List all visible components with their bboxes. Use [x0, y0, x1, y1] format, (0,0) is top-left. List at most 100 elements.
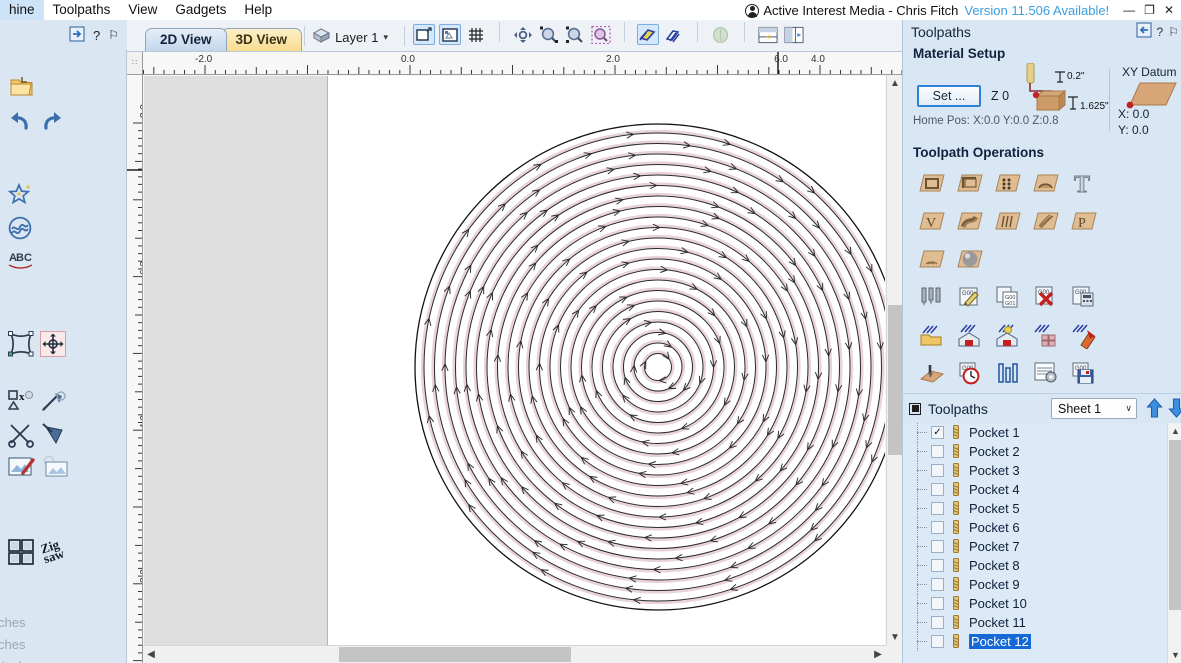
simulate-toolpath-icon[interactable] — [913, 355, 951, 391]
nesting-tool-icon[interactable] — [8, 539, 34, 568]
toolpath-visible-checkbox[interactable] — [931, 502, 944, 515]
open-toolpath-icon[interactable] — [913, 317, 951, 353]
menu-toolpaths[interactable]: Toolpaths — [44, 0, 120, 20]
duplicate-toolpath-icon[interactable]: G00G01 — [989, 279, 1027, 315]
toolpath-visible-checkbox[interactable] — [931, 483, 944, 496]
tab-2d-view[interactable]: 2D View — [145, 28, 227, 51]
move-toolpath-down-button[interactable] — [1165, 396, 1181, 420]
toolpath-list-item[interactable]: Pocket 4 — [903, 480, 1181, 499]
toolpath-list-item[interactable]: Pocket 3 — [903, 461, 1181, 480]
toolpath-time-icon[interactable]: G00 — [951, 355, 989, 391]
toolpath-visible-checkbox[interactable] — [931, 445, 944, 458]
drilling-toolpath-icon[interactable] — [989, 165, 1027, 201]
toolpaths-list[interactable]: ✓Pocket 1Pocket 2Pocket 3Pocket 4Pocket … — [903, 423, 1181, 663]
undo-icon[interactable] — [8, 110, 32, 135]
open-file-icon[interactable] — [10, 76, 34, 101]
design-viewport[interactable] — [144, 76, 885, 646]
toolpath-list-item[interactable]: Pocket 7 — [903, 537, 1181, 556]
toolpath-visible-checkbox[interactable] — [931, 578, 944, 591]
dock-help-icon[interactable]: ? — [1157, 25, 1164, 39]
split-view-vertical-icon[interactable] — [783, 24, 805, 45]
vcarve-toolpath-icon[interactable]: V — [913, 203, 951, 239]
draw-text-icon[interactable]: ABC — [8, 249, 34, 274]
save-gcode-icon[interactable]: G00 — [1065, 355, 1103, 391]
toolpath-visible-checkbox[interactable] — [931, 597, 944, 610]
toggle-3d-preview-icon[interactable] — [710, 24, 732, 45]
horizontal-ruler[interactable]: -2.0 0.0 2.0 4.0 6.0 — [143, 52, 902, 75]
collapse-panel-icon[interactable] — [69, 26, 85, 45]
edit-gcode-icon[interactable]: G00 — [951, 279, 989, 315]
restore-icon[interactable]: ❐ — [1144, 4, 1155, 16]
toolpath-settings-icon[interactable] — [1027, 355, 1065, 391]
scroll-right-arrow[interactable]: ▶ — [870, 646, 886, 663]
tab-3d-view[interactable]: 3D View — [221, 28, 303, 51]
toolpath-list-item[interactable]: Pocket 10 — [903, 594, 1181, 613]
zoom-out-icon[interactable] — [564, 24, 586, 45]
zoom-to-material-icon[interactable] — [439, 24, 461, 45]
move-object-icon[interactable] — [40, 331, 66, 360]
moulding-toolpath-icon[interactable] — [989, 203, 1027, 239]
import-bitmap-icon[interactable] — [8, 456, 36, 481]
toolpath-list-item[interactable]: ✓Pocket 1 — [903, 423, 1181, 442]
fluting-pocket-icon[interactable]: P — [1065, 203, 1103, 239]
toolpath-visible-checkbox[interactable]: ✓ — [931, 426, 944, 439]
draw-node-editor-icon[interactable] — [8, 216, 34, 243]
prism-carving-icon[interactable] — [951, 203, 989, 239]
toolpaths-scroll-down-arrow[interactable]: ▼ — [1168, 647, 1181, 663]
vertical-scroll-thumb[interactable] — [888, 305, 902, 455]
split-view-horizontal-icon[interactable] — [757, 24, 779, 45]
zoom-to-drawing-icon[interactable] — [413, 24, 435, 45]
toolpath-list-item[interactable]: Pocket 9 — [903, 575, 1181, 594]
measure-tool-icon[interactable]: x — [8, 390, 34, 417]
toolpaths-scroll-thumb[interactable] — [1169, 440, 1181, 610]
pocket-toolpath-icon[interactable] — [951, 165, 989, 201]
toolpath-visible-checkbox[interactable] — [931, 464, 944, 477]
toolpaths-scroll-up-arrow[interactable]: ▲ — [1168, 423, 1181, 439]
menu-view[interactable]: View — [119, 0, 166, 20]
rough-3d-icon[interactable] — [913, 241, 951, 277]
pin-icon[interactable]: ⚐ — [108, 28, 119, 42]
toolpath-merge-icon[interactable] — [1065, 317, 1103, 353]
toolpath-tiling-icon[interactable] — [1027, 317, 1065, 353]
pan-view-icon[interactable] — [512, 24, 534, 45]
scroll-down-arrow[interactable]: ▼ — [887, 629, 903, 645]
horizontal-scroll-thumb[interactable] — [339, 647, 571, 662]
toggle-toolpath-preview-icon[interactable] — [637, 24, 659, 45]
ruler-origin-corner[interactable]: ∷ — [127, 52, 143, 75]
menu-help[interactable]: Help — [235, 0, 281, 20]
finish-3d-icon[interactable] — [951, 241, 989, 277]
canvas-vertical-scrollbar[interactable]: ▲ ▼ — [886, 75, 902, 645]
material-set-button[interactable]: Set ... — [917, 85, 981, 107]
menu-gadgets[interactable]: Gadgets — [166, 0, 235, 20]
toolpaths-list-scrollbar[interactable]: ▲ ▼ — [1167, 423, 1181, 663]
dock-pin-icon[interactable]: ⚐ — [1168, 25, 1179, 39]
save-toolpath-icon[interactable] — [951, 317, 989, 353]
zoom-region-icon[interactable] — [590, 24, 612, 45]
menu-machine[interactable]: hine — [0, 0, 44, 20]
dock-collapse-icon[interactable] — [1136, 22, 1152, 41]
zoom-in-icon[interactable] — [538, 24, 560, 45]
version-available-link[interactable]: Version 11.506 Available! — [964, 3, 1109, 18]
bitmap-fit-icon[interactable] — [41, 456, 69, 481]
toolpath-visible-checkbox[interactable] — [931, 521, 944, 534]
canvas-horizontal-scrollbar[interactable]: ◀ ▶ — [143, 645, 886, 663]
minimize-icon[interactable]: — — [1123, 4, 1135, 16]
delete-toolpath-icon[interactable]: G00 — [1027, 279, 1065, 315]
trim-vectors-icon[interactable] — [8, 422, 36, 451]
toggle-grid-icon[interactable] — [465, 24, 487, 45]
toolpath-visible-checkbox[interactable] — [931, 616, 944, 629]
fluting-toolpath-icon[interactable] — [1027, 165, 1065, 201]
scroll-left-arrow[interactable]: ◀ — [143, 646, 159, 663]
toolpath-list-item[interactable]: Pocket 12 — [903, 632, 1181, 651]
texture-toolpath-icon[interactable] — [1027, 203, 1065, 239]
xy-datum-diagram[interactable] — [1117, 79, 1179, 109]
draw-polygon-star-icon[interactable] — [8, 183, 34, 210]
toggle-toolpath-lines-icon[interactable] — [663, 24, 685, 45]
scroll-up-arrow[interactable]: ▲ — [887, 75, 903, 91]
close-icon[interactable]: ✕ — [1164, 4, 1174, 16]
toolpath-stats-icon[interactable] — [989, 355, 1027, 391]
tool-database-icon[interactable] — [913, 279, 951, 315]
move-toolpath-up-button[interactable] — [1143, 396, 1165, 420]
sheet-select[interactable]: Sheet 1 ∨ — [1051, 398, 1137, 419]
weld-vectors-icon[interactable] — [41, 422, 69, 451]
